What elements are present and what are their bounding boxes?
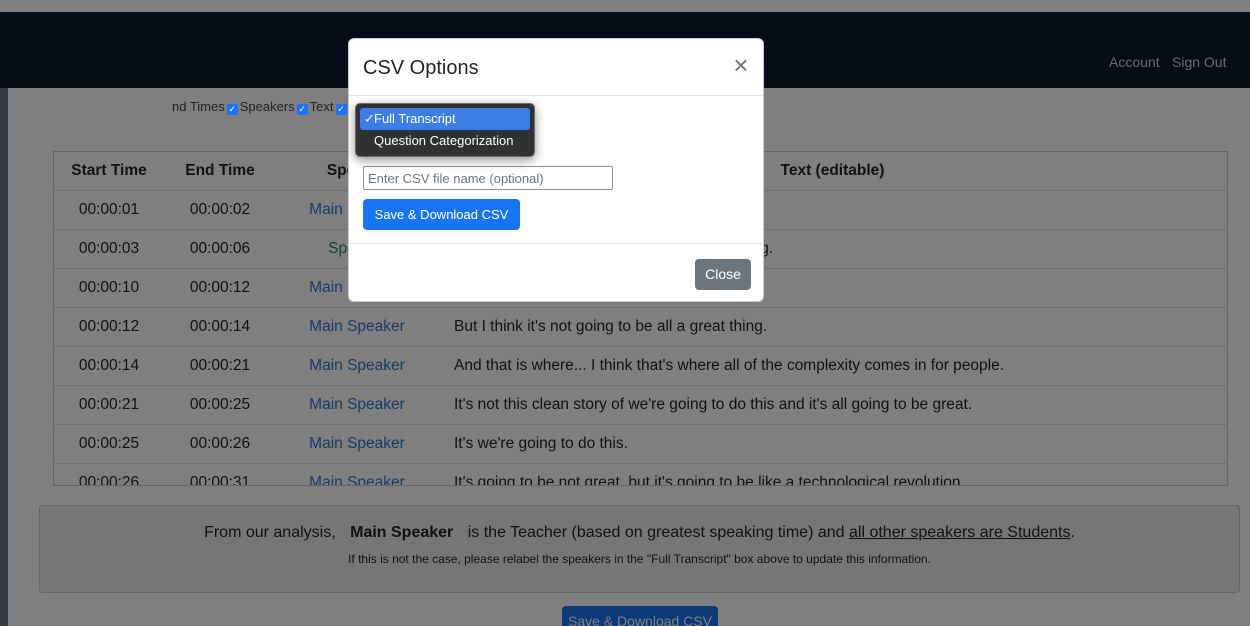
csv-filename-input[interactable]: [363, 166, 613, 190]
close-icon[interactable]: ×: [729, 52, 753, 78]
option-label: Full Transcript: [374, 111, 456, 126]
dropdown-option-full-transcript[interactable]: ✓Full Transcript: [360, 108, 530, 130]
speakers-checkbox[interactable]: ✓: [296, 104, 308, 115]
text-checkbox[interactable]: ✓: [335, 104, 347, 115]
times-checkbox[interactable]: ✓: [226, 104, 238, 115]
modal-title: CSV Options: [363, 57, 479, 79]
text-option-label: Text: [309, 99, 334, 114]
times-option-label: nd Times: [172, 99, 225, 114]
modal-footer: Close: [349, 243, 763, 301]
check-icon: ✓: [364, 111, 375, 126]
modal-header: CSV Options ×: [349, 39, 763, 96]
option-label: Question Categorization: [374, 133, 514, 148]
csv-column-options: nd Times ✓ Speakers ✓ Text ✓: [172, 99, 349, 115]
transcript-type-dropdown[interactable]: ✓Full Transcript Question Categorization: [355, 103, 535, 157]
dropdown-option-question-categorization[interactable]: Question Categorization: [360, 130, 530, 152]
csv-options-modal: CSV Options × Save & Download CSV Close: [348, 38, 764, 302]
speakers-option-label: Speakers: [239, 99, 295, 114]
save-download-csv-button[interactable]: Save & Download CSV: [363, 199, 520, 230]
close-button[interactable]: Close: [695, 259, 751, 290]
